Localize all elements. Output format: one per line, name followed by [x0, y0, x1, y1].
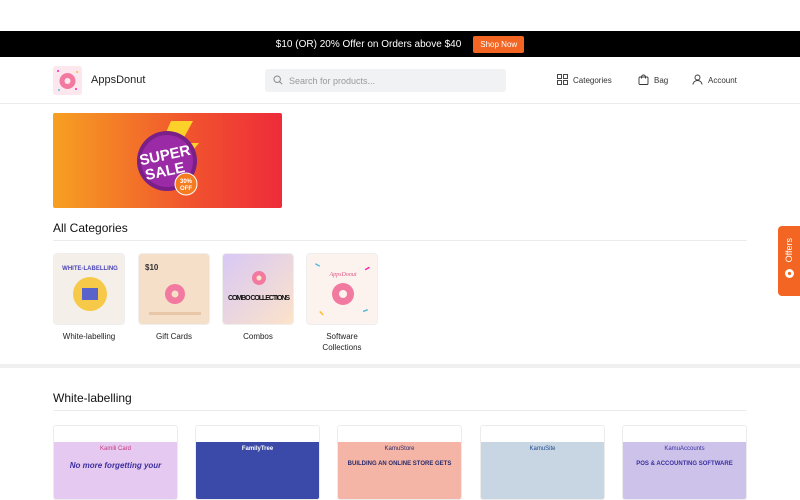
- category-image[interactable]: COMBO COLLECTIONS: [222, 253, 294, 325]
- product-brand: KamuAccounts: [664, 446, 705, 452]
- search-bar[interactable]: [265, 69, 506, 92]
- category-image[interactable]: AppsDonut: [306, 253, 378, 325]
- product-card[interactable]: KamuSite: [480, 425, 605, 500]
- nav-categories[interactable]: Categories: [557, 74, 612, 87]
- super-sale-banner[interactable]: SUPER SALE 30% OFF: [53, 113, 282, 208]
- offers-tab[interactable]: Offers: [778, 226, 800, 296]
- section-divider: [53, 410, 747, 411]
- category-art-text: WHITE-LABELLING: [62, 266, 118, 272]
- product-tagline: BUILDING AN ONLINE STORE GETS: [347, 461, 452, 467]
- category-software-collections[interactable]: AppsDonut Software Collections: [306, 253, 378, 353]
- site-header: AppsDonut Categories Bag Account: [0, 57, 800, 104]
- brand-logo[interactable]: [53, 66, 82, 95]
- banner-badge-pct: 30%: [180, 179, 193, 185]
- bag-icon: [638, 74, 649, 87]
- category-white-labelling[interactable]: WHITE-LABELLING White-labelling: [53, 253, 125, 342]
- section-separator: [0, 364, 800, 368]
- category-label: Combos: [243, 332, 273, 341]
- search-input[interactable]: [289, 75, 489, 86]
- product-card[interactable]: Kamili Card No more forgetting your: [53, 425, 178, 500]
- top-spacer: [0, 0, 800, 31]
- category-image[interactable]: WHITE-LABELLING: [53, 253, 125, 325]
- product-card[interactable]: FamilyTree: [195, 425, 320, 500]
- category-label: Software Collections: [322, 332, 362, 352]
- gear-icon: [784, 266, 795, 284]
- nav-bag-label: Bag: [654, 76, 669, 85]
- nav-account-label: Account: [708, 76, 737, 85]
- brand-name[interactable]: AppsDonut: [91, 74, 145, 86]
- category-art-text: $10: [145, 263, 159, 272]
- product-brand: KamuStore: [384, 446, 415, 452]
- nav-bag[interactable]: Bag: [638, 74, 668, 87]
- category-gift-cards[interactable]: $10 Gift Cards: [138, 253, 210, 342]
- grid-icon: [557, 74, 568, 87]
- nav-account[interactable]: Account: [692, 74, 737, 87]
- category-combos[interactable]: COMBO COLLECTIONS Combos: [222, 253, 294, 342]
- category-art-text: COMBO COLLECTIONS: [228, 295, 290, 302]
- promo-text: $10 (OR) 20% Offer on Orders above $40: [275, 38, 462, 50]
- product-brand: Kamili Card: [99, 446, 131, 452]
- product-brand: KamuSite: [529, 446, 556, 452]
- user-icon: [692, 74, 703, 87]
- section-divider: [53, 240, 747, 241]
- nav-categories-label: Categories: [573, 76, 612, 85]
- category-image[interactable]: $10: [138, 253, 210, 325]
- shop-now-button[interactable]: Shop Now: [473, 35, 525, 53]
- offers-tab-label: Offers: [784, 237, 794, 263]
- category-label: Gift Cards: [155, 332, 192, 341]
- category-label: White-labelling: [62, 332, 116, 341]
- category-art-text: AppsDonut: [329, 272, 357, 278]
- white-labelling-title: White-labelling: [53, 391, 132, 405]
- promo-bar: $10 (OR) 20% Offer on Orders above $40 S…: [0, 31, 800, 57]
- banner-badge-off: OFF: [180, 186, 192, 192]
- product-card[interactable]: KamuAccounts POS & ACCOUNTING SOFTWARE: [622, 425, 747, 500]
- product-card[interactable]: KamuStore BUILDING AN ONLINE STORE GETS: [337, 425, 462, 500]
- product-tagline: No more forgetting your: [69, 461, 162, 470]
- search-icon: [273, 72, 283, 90]
- all-categories-title: All Categories: [53, 221, 128, 235]
- product-brand: FamilyTree: [241, 446, 274, 452]
- product-tagline: POS & ACCOUNTING SOFTWARE: [636, 461, 733, 467]
